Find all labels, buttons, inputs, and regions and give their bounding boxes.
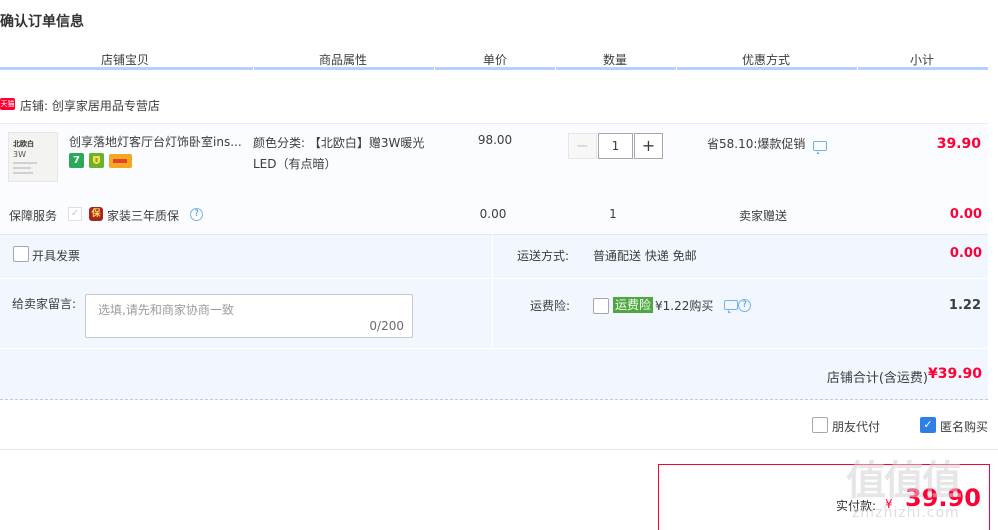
header-underline xyxy=(0,67,988,70)
item-subtotal: 39.90 xyxy=(936,136,981,152)
thumbnail-text: 3W xyxy=(13,150,26,159)
page-title: 确认订单信息 xyxy=(0,14,84,30)
service-label: 保障服务 xyxy=(9,209,58,223)
product-thumbnail[interactable]: 北欧白 3W xyxy=(8,132,58,182)
credit-card-icon xyxy=(109,154,132,168)
message-icon[interactable] xyxy=(724,300,738,313)
thumbnail-text: 北欧白 xyxy=(13,140,34,148)
thumbnail-decoration xyxy=(13,172,33,174)
friend-pay-checkbox[interactable] xyxy=(812,417,828,433)
service-gift-label: 卖家赠送 xyxy=(739,209,788,223)
shop-name[interactable]: 店铺: 创享家居用品专营店 xyxy=(20,97,160,114)
column-header-quantity: 数量 xyxy=(602,53,627,67)
quantity-increase-button[interactable]: + xyxy=(634,133,663,159)
help-icon[interactable]: ? xyxy=(190,208,203,221)
shipping-method-value: 普通配送 快递 免邮 xyxy=(593,249,697,263)
quality-guarantee-icon xyxy=(89,153,104,168)
tmall-icon: 天猫 xyxy=(0,98,15,110)
panel-divider xyxy=(0,348,988,349)
shop-total-value: ¥39.90 xyxy=(927,366,982,382)
shipping-cost: 0.00 xyxy=(949,246,982,261)
shipping-insurance-label: 运费险: xyxy=(530,299,571,313)
quantity-decrease-button[interactable]: − xyxy=(568,133,597,159)
promotion-text: 省58.10:爆款促销 xyxy=(707,137,806,151)
shipping-insurance-tag: 运费险 xyxy=(613,297,654,313)
seller-note-counter: 0/200 xyxy=(369,319,404,333)
column-header-attribute: 商品属性 xyxy=(318,53,367,67)
column-header-subtotal: 小计 xyxy=(909,53,934,67)
shipping-method-label: 运送方式: xyxy=(517,249,570,263)
service-name: 家装三年质保 xyxy=(107,209,180,223)
column-header-unit-price: 单价 xyxy=(482,53,507,67)
watermark-logo: 值值值 xyxy=(846,458,962,504)
seller-note-label: 给卖家留言: xyxy=(12,297,77,311)
watermark-site: zhizhizhi.com xyxy=(852,505,960,521)
column-header-shop-item: 店铺宝贝 xyxy=(100,53,149,67)
friend-pay-label[interactable]: 朋友代付 xyxy=(832,418,880,435)
header-separator xyxy=(253,67,254,70)
product-attribute: 颜色分类: 【北欧白】赠3W暖光LED（有点暗） xyxy=(253,136,425,171)
thumbnail-decoration xyxy=(13,167,31,169)
header-separator xyxy=(434,67,435,70)
thumbnail-decoration xyxy=(13,162,37,164)
invoice-checkbox[interactable] xyxy=(13,246,29,262)
shipping-insurance-checkbox[interactable] xyxy=(593,298,609,314)
shop-total-label: 店铺合计(含运费) xyxy=(826,371,928,386)
service-checkbox[interactable]: ✓ xyxy=(68,207,82,221)
seller-note-placeholder: 选填,请先和商家协商一致 xyxy=(98,303,234,317)
panel-divider xyxy=(0,278,988,279)
quantity-input[interactable]: 1 xyxy=(598,133,633,159)
unit-price: 98.00 xyxy=(477,133,513,147)
anonymous-purchase-checkbox[interactable]: ✓ xyxy=(920,417,936,433)
shipping-insurance-value: 1.22 xyxy=(948,298,981,313)
seven-day-return-icon: 7 xyxy=(69,153,84,168)
anonymous-purchase-label[interactable]: 匿名购买 xyxy=(940,418,988,435)
invoice-label[interactable]: 开具发票 xyxy=(32,247,80,264)
guarantee-icon: 保 xyxy=(89,207,103,221)
service-subtotal: 0.00 xyxy=(949,207,982,222)
message-icon[interactable] xyxy=(813,141,827,154)
product-name-link[interactable]: 创享落地灯客厅台灯饰卧室ins... xyxy=(69,133,244,150)
service-quantity: 1 xyxy=(609,207,617,221)
shipping-insurance-price: ¥1.22购买 xyxy=(655,299,714,313)
column-header-discount: 优惠方式 xyxy=(741,53,790,67)
header-separator xyxy=(555,67,556,70)
header-separator xyxy=(857,67,858,70)
service-price: 0.00 xyxy=(479,207,507,221)
panel-divider xyxy=(492,234,493,348)
header-separator xyxy=(676,67,677,70)
help-icon[interactable]: ? xyxy=(738,299,751,312)
seller-note-field[interactable]: 选填,请先和商家协商一致 0/200 xyxy=(85,294,413,338)
